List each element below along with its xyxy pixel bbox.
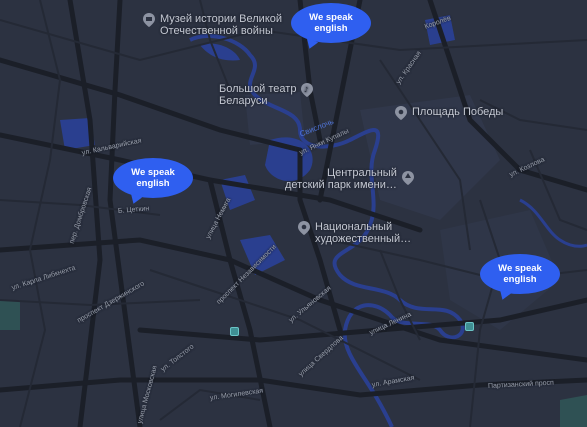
poi-square-label: Площадь Победы: [412, 106, 504, 118]
bubble-line2: english: [503, 274, 537, 285]
poi-museum-label: Музей истории Великой Отечественной войн…: [160, 13, 283, 37]
map-view[interactable]: Музей истории Великой Отечественной войн…: [0, 0, 587, 427]
bubble-line2: english: [314, 23, 348, 34]
bubble-line2: english: [136, 178, 170, 189]
bubble-line1: We speak: [131, 167, 175, 178]
we-speak-english-bubble[interactable]: We speak english: [291, 3, 371, 43]
poi-park[interactable]: Центральный детский парк имени…: [285, 167, 414, 191]
bubble-line1: We speak: [498, 263, 542, 274]
poi-theatre[interactable]: Большой театр Беларуси ♪: [219, 83, 314, 107]
poi-museum[interactable]: Музей истории Великой Отечественной войн…: [143, 13, 282, 37]
metro-station-icon[interactable]: [230, 327, 239, 336]
poi-theatre-label: Большой театр Беларуси: [219, 83, 297, 107]
poi-artmuseum[interactable]: Национальный художественный…: [298, 221, 411, 245]
metro-station-icon[interactable]: [465, 322, 474, 331]
we-speak-english-bubble[interactable]: We speak english: [480, 254, 560, 294]
svg-text:♪: ♪: [304, 86, 308, 94]
pin-icon: [395, 106, 407, 120]
park-icon: [401, 171, 414, 185]
poi-artmuseum-label: Национальный художественный…: [315, 221, 412, 245]
poi-park-label: Центральный детский парк имени…: [285, 167, 397, 191]
theatre-icon: ♪: [301, 83, 314, 97]
we-speak-english-bubble[interactable]: We speak english: [113, 158, 193, 198]
pin-icon: [298, 221, 310, 235]
museum-icon: [143, 13, 155, 27]
bubble-line1: We speak: [309, 12, 353, 23]
poi-square[interactable]: Площадь Победы: [395, 106, 503, 120]
map-base-layer: [0, 0, 587, 427]
